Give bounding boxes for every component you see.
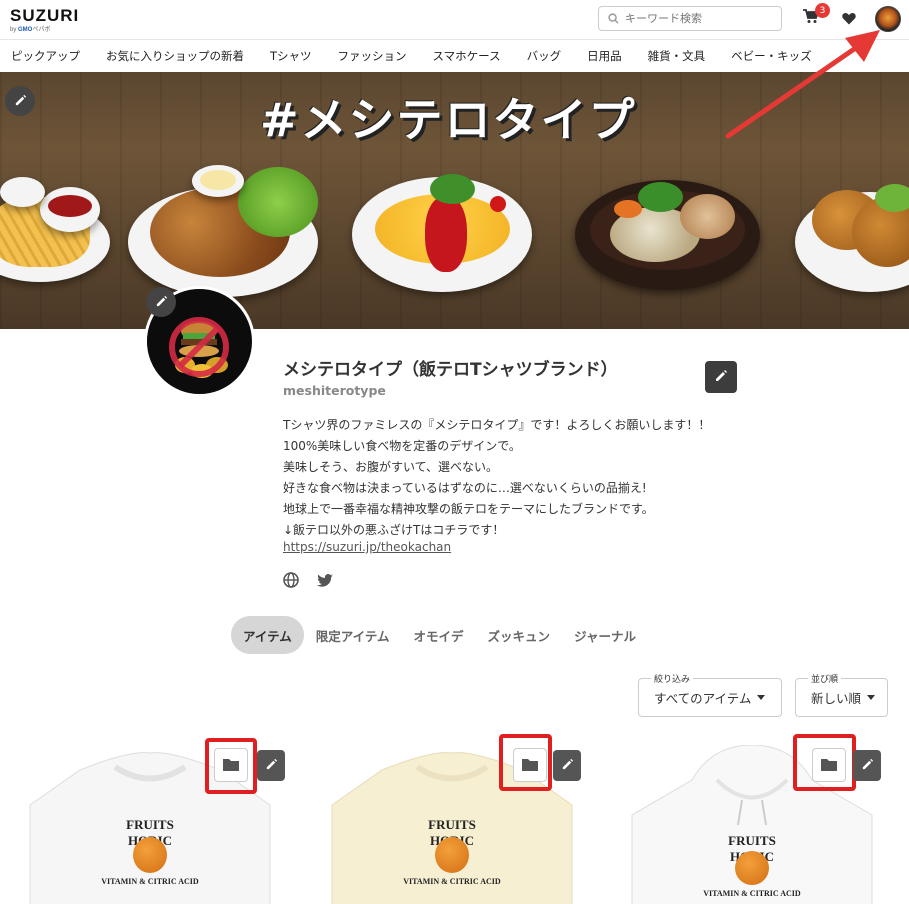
broccoli xyxy=(430,174,475,204)
tomato xyxy=(490,196,506,212)
description-line: Tシャツ界のファミレスの『メシテロタイプ』です！よろしくお願いします！！ xyxy=(283,418,711,432)
mayo xyxy=(200,170,236,190)
caret-down-icon xyxy=(867,695,876,700)
lettuce xyxy=(238,167,318,237)
highlight-box xyxy=(499,734,552,791)
sort-value: 新しい順 xyxy=(811,691,862,706)
highlight-box xyxy=(205,738,257,794)
ketchup xyxy=(48,195,92,217)
suzuri-logo[interactable]: SUZURI by GMOペパボ xyxy=(10,6,79,33)
shop-name: メシテロタイプ（飯テロTシャツブランド） xyxy=(283,360,618,380)
fruit-print xyxy=(735,851,769,885)
fruit-print xyxy=(435,837,469,873)
narrow-filter-value: すべてのアイテム xyxy=(654,691,752,706)
highlight-box xyxy=(793,734,856,791)
description-line: 美味しそう、お腹がすいて、選べない。 xyxy=(283,460,499,474)
tab-limited-items[interactable]: 限定アイテム xyxy=(304,616,402,654)
nav-item-favorite-shops[interactable]: お気に入りショップの新着 xyxy=(106,48,244,64)
pencil-icon xyxy=(714,368,728,387)
description-line: 地球上で一番幸福な精神攻撃の飯テロをテーマにしたブランドです。 xyxy=(283,502,654,516)
cabbage xyxy=(875,184,909,212)
narrow-filter-select[interactable]: 絞り込み すべてのアイテム xyxy=(638,672,782,717)
pencil-icon xyxy=(861,756,874,775)
description-line: 100%美味しい食べ物を定番のデザインで。 xyxy=(283,439,521,453)
pencil-icon xyxy=(561,756,574,775)
category-nav: ピックアップ お気に入りショップの新着 Tシャツ ファッション スマホケース バ… xyxy=(0,40,909,72)
user-avatar[interactable] xyxy=(875,6,901,32)
tab-zukkyun[interactable]: ズッキュン xyxy=(476,616,563,654)
nav-item-baby-kids[interactable]: ベビー・キッズ xyxy=(731,48,812,64)
pencil-icon xyxy=(14,92,27,111)
shop-description-link[interactable]: https://suzuri.jp/theokachan xyxy=(283,540,451,554)
search-box[interactable] xyxy=(598,6,782,31)
shop-id: meshiterotype xyxy=(283,383,386,398)
edit-cover-button[interactable] xyxy=(5,86,35,116)
nav-item-phone-case[interactable]: スマホケース xyxy=(433,48,501,64)
sort-label: 並び順 xyxy=(808,672,842,685)
description-line: ↓飯テロ以外の悪ふざけTはコチラです！ xyxy=(283,523,505,537)
carrot xyxy=(614,200,642,218)
shirt-print-line2: VITAMIN & CITRIC ACID xyxy=(403,877,501,886)
shop-description: Tシャツ界のファミレスの『メシテロタイプ』です！よろしくお願いします！！ 100… xyxy=(283,415,710,541)
mayo-dish xyxy=(0,177,45,207)
nav-item-bag[interactable]: バッグ xyxy=(527,48,562,64)
logo-sub-suffix: ペパボ xyxy=(32,27,51,33)
sort-select[interactable]: 並び順 新しい順 xyxy=(795,672,888,717)
nav-item-pickup[interactable]: ピックアップ xyxy=(11,48,80,64)
heart-icon[interactable] xyxy=(842,10,856,29)
caret-down-icon xyxy=(757,695,766,700)
omurice-ketchup xyxy=(425,196,467,272)
search-input[interactable] xyxy=(625,12,775,25)
edit-product-button[interactable] xyxy=(257,750,285,781)
edit-product-button[interactable] xyxy=(553,750,581,781)
globe-icon[interactable] xyxy=(283,572,299,592)
shirt-print-line2: VITAMIN & CITRIC ACID xyxy=(101,877,199,886)
fruit-print xyxy=(133,837,167,873)
nav-item-tshirt[interactable]: Tシャツ xyxy=(270,48,312,64)
nav-item-fashion[interactable]: ファッション xyxy=(338,48,407,64)
shop-tabs: アイテム 限定アイテム オモイデ ズッキュン ジャーナル xyxy=(231,616,648,654)
edit-avatar-button[interactable] xyxy=(146,287,176,317)
nav-item-stationery[interactable]: 雑貨・文具 xyxy=(648,48,706,64)
edit-profile-button[interactable] xyxy=(705,361,737,393)
logo-sub-brand: GMO xyxy=(18,27,33,33)
logo-text: SUZURI xyxy=(10,6,80,25)
twitter-icon[interactable] xyxy=(317,573,333,592)
description-line: 好きな食べ物は決まっているはずなのに…選べないくらいの品揃え! xyxy=(283,481,647,495)
banner-title: #メシテロタイプ xyxy=(260,93,637,147)
narrow-filter-label: 絞り込み xyxy=(651,672,694,685)
page: SUZURI by GMOペパボ 3 ピックアップ お気に入りショップの新着 T… xyxy=(0,0,909,904)
pencil-icon xyxy=(155,293,168,312)
header: SUZURI by GMOペパボ 3 xyxy=(0,0,909,40)
search-icon xyxy=(608,9,619,28)
edit-product-button[interactable] xyxy=(853,750,881,781)
hamburg-broccoli xyxy=(638,182,683,212)
tab-omoide[interactable]: オモイデ xyxy=(402,616,476,654)
tab-journal[interactable]: ジャーナル xyxy=(562,616,648,654)
nav-item-daily-goods[interactable]: 日用品 xyxy=(587,48,622,64)
logo-sub-prefix: by xyxy=(10,27,19,33)
cover-banner: #メシテロタイプ xyxy=(0,72,909,329)
tab-items[interactable]: アイテム xyxy=(231,616,304,654)
pencil-icon xyxy=(265,756,278,775)
shirt-print-line2: VITAMIN & CITRIC ACID xyxy=(703,889,801,898)
potato xyxy=(680,194,735,239)
cart-count-badge: 3 xyxy=(815,3,830,18)
